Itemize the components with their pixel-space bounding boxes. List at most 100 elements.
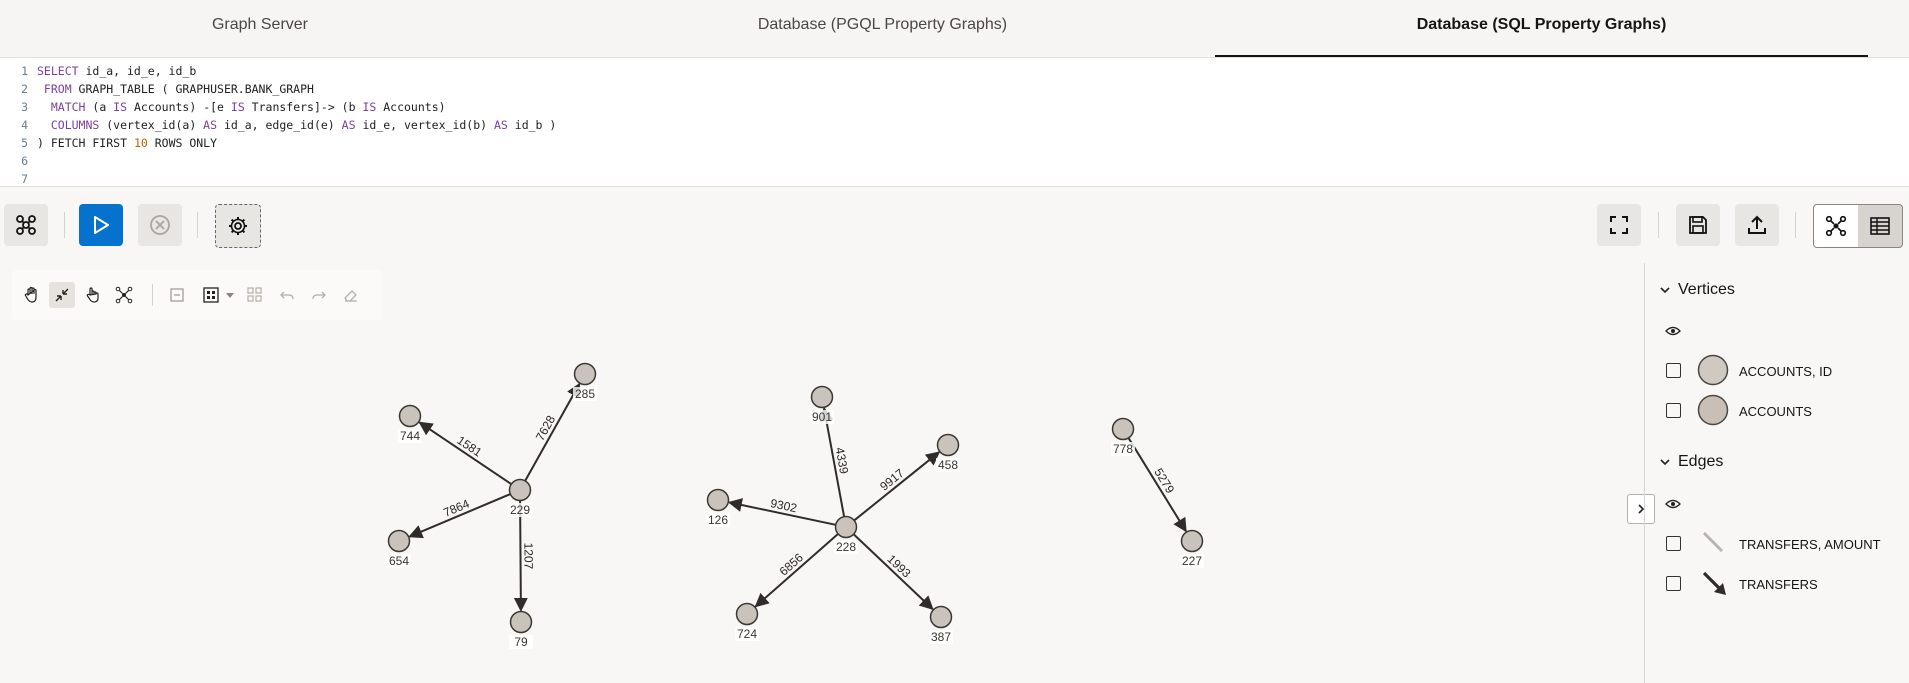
graph-edge[interactable] [754,533,839,608]
table-view-icon [1870,217,1890,235]
save-icon [1689,216,1707,234]
graph-node[interactable] [929,605,953,629]
graph-node[interactable] [509,610,533,634]
editor-line: 1 SELECT id_a, id_e, id_b [21,64,197,78]
cancel-button[interactable] [138,204,182,246]
hand-icon [24,286,37,303]
group-dropdown[interactable] [222,282,238,308]
edge-swatch-icon [1702,571,1726,595]
node-label: 126 [708,513,728,527]
graph-edge[interactable] [1127,437,1187,533]
graph-canvas[interactable]: 15817628786412074339991793026856 19935279… [0,330,1640,683]
graph-view-toggle[interactable] [1813,204,1859,248]
minus-box-icon [170,288,184,302]
toolbar-divider [1795,212,1796,238]
node-label: 724 [737,627,757,641]
ungroup-icon [247,287,262,302]
vertex-legend-label: ACCOUNTS, ID [1739,364,1833,379]
redo-icon [312,291,326,300]
node-label: 229 [510,503,530,517]
editor-line: 2 FROM GRAPH_TABLE ( GRAPHUSER.BANK_GRAP… [21,82,314,96]
graph-button[interactable] [4,204,48,246]
edge-checkbox[interactable] [1666,536,1681,551]
tab-bar: Graph Server Database (PGQL Property Gra… [0,0,1909,58]
collapse-icon [55,288,69,302]
vertex-checkbox[interactable] [1666,403,1681,418]
graph-node[interactable] [834,515,858,539]
graph-edge[interactable] [852,533,934,611]
edge-legend-label: TRANSFERS, AMOUNT [1739,537,1881,552]
editor-line: 3 MATCH (a IS Accounts) -[e IS Transfers… [21,100,446,114]
toolbar-divider [64,212,65,238]
settings-icon [229,217,247,235]
erase-tool[interactable] [338,282,364,308]
fullscreen-icon [1610,216,1628,234]
table-view-toggle[interactable] [1858,204,1903,248]
run-icon [94,216,109,234]
graph-edge[interactable] [853,451,941,522]
settings-button[interactable] [215,204,261,248]
graph-node[interactable] [508,478,532,502]
fullscreen-button[interactable] [1597,204,1641,246]
vertex-checkbox[interactable] [1666,363,1681,378]
toolbar-divider [1658,212,1659,238]
edge-swatch-icon [1702,531,1724,553]
graph-node[interactable] [1111,417,1135,441]
vertices-title: Vertices [1678,281,1735,298]
edge-label: 1207 [521,543,535,570]
chevron-down-icon[interactable] [1659,284,1671,296]
eye-icon[interactable] [1665,325,1681,337]
graph-node[interactable] [398,404,422,428]
node-label: 778 [1113,442,1133,456]
vertex-swatch-icon [1697,394,1729,426]
node-label: 654 [389,554,409,568]
ungroup-tool[interactable] [242,282,268,308]
pan-tool[interactable] [19,282,45,308]
legend-panel: Vertices ACCOUNTS, ID ACCOUNTS Edges TRA… [1644,263,1909,683]
caret-down-icon [226,293,234,298]
toolbar-divider [152,284,153,306]
graph-node[interactable] [936,433,960,457]
expand-tool[interactable] [111,282,137,308]
node-label: 458 [938,458,958,472]
cancel-icon [150,215,170,235]
upload-button[interactable] [1735,204,1779,246]
drop-tool[interactable] [164,282,190,308]
graph-node[interactable] [810,385,834,409]
fit-tool[interactable] [49,282,75,308]
redo-tool[interactable] [306,282,332,308]
save-button[interactable] [1676,204,1720,246]
chevron-down-icon[interactable] [1659,456,1671,468]
graph-edge[interactable] [418,421,512,485]
network-icon [115,286,133,304]
undo-tool[interactable] [274,282,300,308]
vertex-swatch-icon [1697,354,1729,386]
hand-select-icon [86,287,99,303]
graph-edge[interactable] [524,382,581,482]
editor-line: 6 [21,154,28,168]
node-label: 285 [575,387,595,401]
graph-icon [16,215,36,235]
node-label: 228 [836,540,856,554]
group-tool[interactable] [198,282,224,308]
tab-graph-server[interactable]: Graph Server [0,0,520,52]
select-tool[interactable] [80,282,106,308]
editor-line: 7 [21,172,28,186]
eraser-icon [344,290,357,302]
edges-title: Edges [1678,453,1724,470]
graph-node[interactable] [735,602,759,626]
graph-node[interactable] [706,488,730,512]
graph-node[interactable] [573,362,597,386]
edge-checkbox[interactable] [1666,576,1681,591]
graph-node[interactable] [387,529,411,553]
graph-node[interactable] [1180,529,1204,553]
node-label: 744 [400,429,420,443]
vertex-legend-label: ACCOUNTS [1739,404,1812,419]
run-button[interactable] [79,204,123,246]
eye-icon[interactable] [1665,498,1681,510]
undo-icon [280,291,294,300]
toolbar-divider [197,212,198,238]
tab-database-pgql[interactable]: Database (PGQL Property Graphs) [640,0,1125,52]
query-editor[interactable]: 1 SELECT id_a, id_e, id_b 2 FROM GRAPH_TA… [0,57,1909,187]
tab-database-sql[interactable]: Database (SQL Property Graphs) [1215,0,1868,58]
